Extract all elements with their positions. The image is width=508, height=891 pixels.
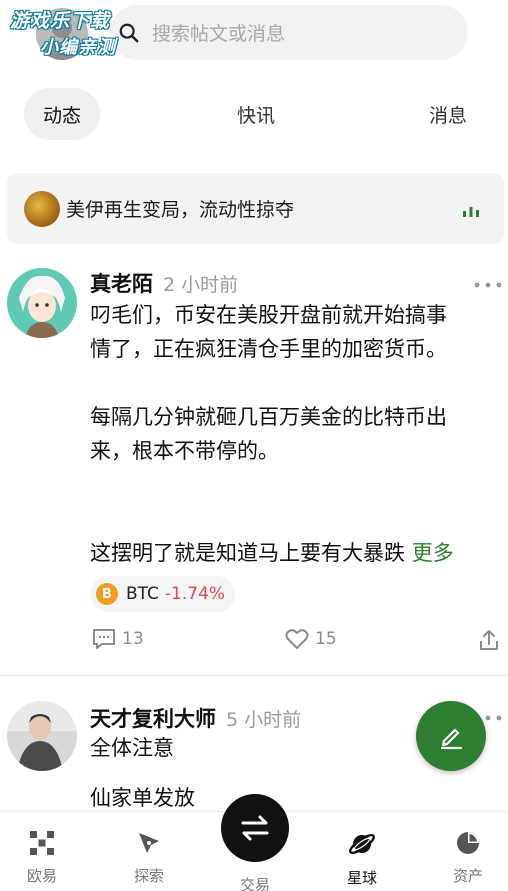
more-options-icon[interactable] <box>474 282 502 288</box>
okx-logo-icon <box>30 831 54 855</box>
like-button[interactable]: 15 <box>285 628 337 650</box>
nav-label: 欧易 <box>26 867 57 885</box>
author-avatar-image <box>7 268 77 338</box>
heart-icon <box>285 629 309 649</box>
tab-flash-news[interactable]: 快讯 <box>220 88 292 140</box>
trade-button[interactable] <box>221 794 289 862</box>
author-name[interactable]: 天才复利大师 5 小时前 <box>90 703 301 733</box>
post-card[interactable]: 真老陌 2 小时前 叼毛们，币安在美股开盘前就开始搞事 情了，正在疯狂清仓手里的加… <box>0 262 508 676</box>
post-line: 叼毛们，币安在美股开盘前就开始搞事 <box>90 303 447 327</box>
banner-thumbnail <box>24 190 60 227</box>
post-line: 每隔几分钟就砸几百万美金的比特币出 <box>90 405 447 429</box>
swap-arrows-icon <box>241 815 269 841</box>
coin-change: -1.74% <box>164 584 226 604</box>
banner-text: 美伊再生变局，流动性掠夺 <box>66 199 295 221</box>
author-avatar[interactable] <box>7 268 77 338</box>
author-name-text: 真老陌 <box>90 272 153 296</box>
author-name[interactable]: 真老陌 2 小时前 <box>90 268 238 298</box>
share-button[interactable] <box>478 628 506 652</box>
nav-okx[interactable]: 欧易 <box>2 812 82 891</box>
post-line <box>90 468 500 502</box>
feed-tabs: 动态 快讯 消息 <box>0 88 508 140</box>
like-count: 15 <box>315 629 337 649</box>
watermark-line2: 小编亲测 <box>40 37 116 58</box>
author-name-text: 天才复利大师 <box>90 707 216 731</box>
pencil-icon <box>440 728 463 750</box>
live-bars-icon <box>463 207 479 217</box>
search-placeholder: 搜索帖文或消息 <box>152 23 286 45</box>
nav-assets[interactable]: 资产 <box>428 812 508 891</box>
nav-planet[interactable]: 星球 <box>322 812 402 891</box>
tab-dynamic[interactable]: 动态 <box>24 88 100 140</box>
coin-symbol: BTC <box>126 584 159 604</box>
post-line <box>90 366 500 400</box>
post-time: 5 小时前 <box>226 709 302 731</box>
post-line-last: 这摆明了就是知道马上要有大暴跌 更多 <box>90 536 500 570</box>
post-line <box>90 502 500 536</box>
comment-icon <box>93 629 115 649</box>
share-icon <box>480 630 498 650</box>
watermark: 游戏乐下载 小编亲测 <box>10 6 140 66</box>
tab-messages[interactable]: 消息 <box>412 88 484 140</box>
post-line: 情了，正在疯狂清仓手里的加密货币。 <box>90 337 447 361</box>
post-line: 这摆明了就是知道马上要有大暴跌 <box>90 541 405 565</box>
author-avatar-image <box>7 701 77 771</box>
watermark-line1: 游戏乐下载 <box>10 10 111 32</box>
btc-icon: B <box>96 583 118 605</box>
post-actions: 13 15 <box>0 628 508 658</box>
author-avatar[interactable] <box>7 701 77 771</box>
nav-label: 探索 <box>133 867 164 885</box>
planet-icon <box>349 833 375 855</box>
compose-button[interactable] <box>416 701 486 771</box>
coin-tag[interactable]: B BTC -1.74% <box>90 576 236 612</box>
nav-label: 星球 <box>346 869 377 887</box>
news-banner[interactable]: 美伊再生变局，流动性掠夺 <box>7 173 504 244</box>
post-body: 叼毛们，币安在美股开盘前就开始搞事 情了，正在疯狂清仓手里的加密货币。 每隔几分… <box>90 298 500 570</box>
nav-label: 交易 <box>239 876 270 891</box>
search-bar[interactable]: 搜索帖文或消息 <box>110 5 468 60</box>
post-line: 仙家单发放 <box>90 786 195 810</box>
comment-count: 13 <box>122 629 144 649</box>
comment-button[interactable]: 13 <box>92 628 144 650</box>
nav-label: 资产 <box>452 867 483 885</box>
pie-chart-icon <box>457 832 479 854</box>
post-line: 来，根本不带停的。 <box>90 439 279 463</box>
post-divider <box>0 675 508 676</box>
more-link[interactable]: 更多 <box>412 541 454 565</box>
nav-explore[interactable]: 探索 <box>109 812 189 891</box>
post-time: 2 小时前 <box>163 274 239 296</box>
compass-icon <box>139 833 159 853</box>
